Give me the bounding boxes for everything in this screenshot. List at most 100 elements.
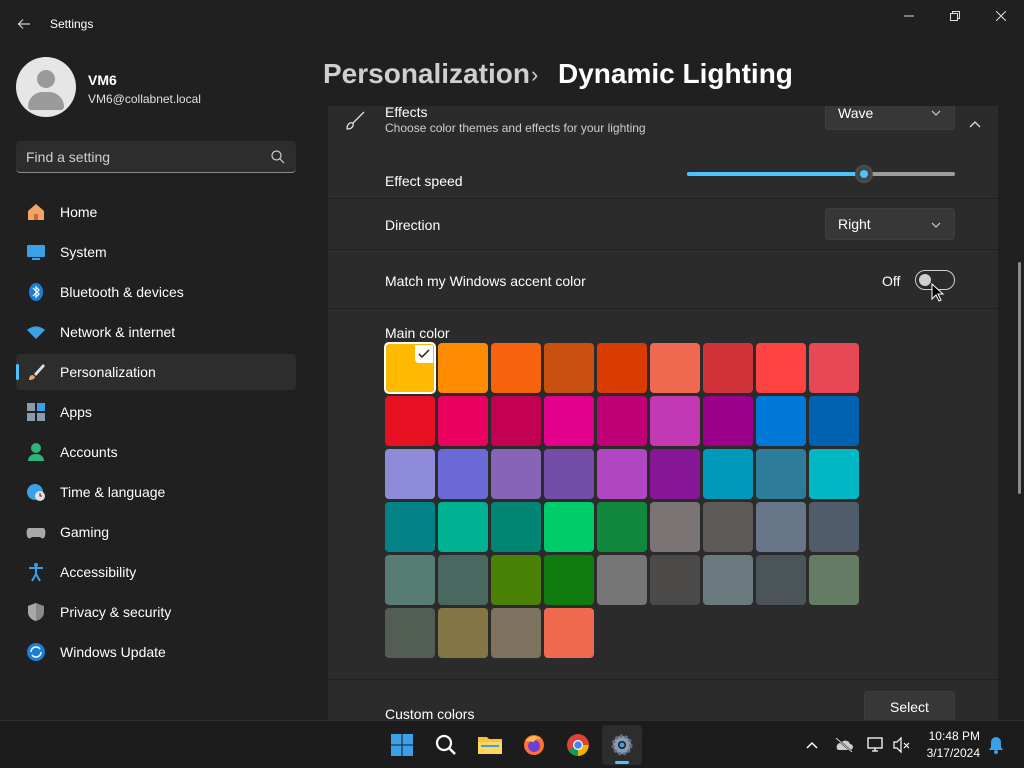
effect-speed-slider[interactable] bbox=[687, 172, 955, 176]
sidebar-item-system[interactable]: System bbox=[16, 234, 296, 270]
update-icon bbox=[27, 643, 45, 661]
sidebar-item-accounts[interactable]: Accounts bbox=[16, 434, 296, 470]
color-swatch[interactable] bbox=[385, 449, 435, 499]
color-swatch[interactable] bbox=[544, 396, 594, 446]
color-swatch[interactable] bbox=[756, 343, 806, 393]
color-swatch[interactable] bbox=[809, 555, 859, 605]
color-swatch[interactable] bbox=[703, 343, 753, 393]
color-swatch[interactable] bbox=[809, 502, 859, 552]
color-swatch[interactable] bbox=[650, 449, 700, 499]
color-swatch[interactable] bbox=[438, 608, 488, 658]
color-swatch[interactable] bbox=[809, 449, 859, 499]
color-swatch[interactable] bbox=[385, 555, 435, 605]
color-swatch[interactable] bbox=[438, 502, 488, 552]
color-swatch[interactable] bbox=[438, 343, 488, 393]
sidebar-item-apps[interactable]: Apps bbox=[16, 394, 296, 430]
sidebar-item-network[interactable]: Network & internet bbox=[16, 314, 296, 350]
restore-icon bbox=[950, 11, 960, 21]
color-swatch[interactable] bbox=[703, 396, 753, 446]
color-swatch[interactable] bbox=[385, 396, 435, 446]
avatar-body bbox=[28, 92, 64, 110]
color-swatch[interactable] bbox=[544, 555, 594, 605]
slider-thumb[interactable] bbox=[854, 165, 873, 183]
color-swatch[interactable] bbox=[438, 396, 488, 446]
color-swatch[interactable] bbox=[756, 502, 806, 552]
taskbar-search-button[interactable] bbox=[426, 725, 466, 765]
volume-muted-icon[interactable] bbox=[892, 735, 912, 755]
color-swatch[interactable] bbox=[385, 608, 435, 658]
scrollbar-thumb[interactable] bbox=[1018, 262, 1021, 494]
color-swatch[interactable] bbox=[384, 342, 436, 394]
sidebar-item-personalization[interactable]: Personalization bbox=[16, 354, 296, 390]
color-swatch[interactable] bbox=[756, 555, 806, 605]
title-bar: Settings bbox=[0, 0, 1024, 48]
color-swatch[interactable] bbox=[438, 449, 488, 499]
sidebar-item-label: Apps bbox=[60, 404, 92, 420]
color-swatch[interactable] bbox=[650, 396, 700, 446]
chrome-button[interactable] bbox=[558, 725, 598, 765]
color-swatch[interactable] bbox=[597, 396, 647, 446]
sidebar-item-privacy[interactable]: Privacy & security bbox=[16, 594, 296, 630]
taskbar-clock-time[interactable]: 10:48 PM bbox=[916, 729, 980, 743]
color-swatch[interactable] bbox=[809, 343, 859, 393]
effects-dropdown[interactable]: Wave bbox=[825, 106, 955, 130]
sidebar-item-gaming[interactable]: Gaming bbox=[16, 514, 296, 550]
wifi-icon bbox=[27, 326, 45, 339]
color-swatch[interactable] bbox=[438, 555, 488, 605]
taskbar-clock-date[interactable]: 3/17/2024 bbox=[916, 746, 980, 760]
notification-bell-icon[interactable] bbox=[986, 735, 1006, 755]
avatar[interactable] bbox=[16, 57, 76, 117]
color-swatch[interactable] bbox=[597, 449, 647, 499]
color-swatch[interactable] bbox=[809, 396, 859, 446]
close-button[interactable] bbox=[978, 0, 1024, 32]
sidebar-item-windows-update[interactable]: Windows Update bbox=[16, 634, 296, 670]
color-swatch[interactable] bbox=[491, 502, 541, 552]
chevron-up-icon[interactable] bbox=[802, 735, 822, 755]
color-swatch[interactable] bbox=[597, 502, 647, 552]
network-icon[interactable] bbox=[866, 735, 886, 755]
chevron-down-icon bbox=[931, 222, 941, 228]
color-swatch[interactable] bbox=[756, 449, 806, 499]
color-swatch[interactable] bbox=[544, 449, 594, 499]
color-swatch[interactable] bbox=[544, 502, 594, 552]
sidebar-item-home[interactable]: Home bbox=[16, 194, 296, 230]
breadcrumb-parent[interactable]: Personalization bbox=[323, 58, 530, 90]
color-swatch[interactable] bbox=[650, 555, 700, 605]
start-button[interactable] bbox=[382, 725, 422, 765]
color-swatch[interactable] bbox=[597, 555, 647, 605]
search-input[interactable] bbox=[26, 146, 266, 168]
color-swatch[interactable] bbox=[491, 449, 541, 499]
settings-app-button[interactable] bbox=[602, 725, 642, 765]
color-swatch[interactable] bbox=[650, 502, 700, 552]
color-swatch[interactable] bbox=[703, 555, 753, 605]
effect-speed-label: Effect speed bbox=[385, 173, 463, 189]
restore-button[interactable] bbox=[932, 0, 978, 32]
color-swatch[interactable] bbox=[491, 343, 541, 393]
select-custom-color-button[interactable]: Select bbox=[864, 691, 955, 720]
back-button[interactable] bbox=[10, 12, 38, 36]
direction-value: Right bbox=[838, 216, 871, 232]
color-swatch[interactable] bbox=[544, 343, 594, 393]
sidebar-item-bluetooth[interactable]: Bluetooth & devices bbox=[16, 274, 296, 310]
direction-dropdown[interactable]: Right bbox=[825, 208, 955, 240]
color-swatch[interactable] bbox=[385, 502, 435, 552]
color-swatch[interactable] bbox=[491, 555, 541, 605]
chevron-up-icon[interactable] bbox=[960, 110, 990, 140]
slider-fill bbox=[687, 172, 864, 176]
color-swatch[interactable] bbox=[703, 502, 753, 552]
search-icon[interactable] bbox=[270, 149, 286, 165]
sidebar-item-label: Personalization bbox=[60, 364, 156, 380]
minimize-button[interactable] bbox=[886, 0, 932, 32]
firefox-button[interactable] bbox=[514, 725, 554, 765]
color-swatch[interactable] bbox=[544, 608, 594, 658]
color-swatch[interactable] bbox=[597, 343, 647, 393]
color-swatch[interactable] bbox=[756, 396, 806, 446]
onedrive-offline-icon[interactable] bbox=[834, 735, 854, 755]
sidebar-item-accessibility[interactable]: Accessibility bbox=[16, 554, 296, 590]
color-swatch[interactable] bbox=[491, 608, 541, 658]
sidebar-item-time-language[interactable]: Time & language bbox=[16, 474, 296, 510]
color-swatch[interactable] bbox=[703, 449, 753, 499]
color-swatch[interactable] bbox=[650, 343, 700, 393]
file-explorer-button[interactable] bbox=[470, 725, 510, 765]
color-swatch[interactable] bbox=[491, 396, 541, 446]
